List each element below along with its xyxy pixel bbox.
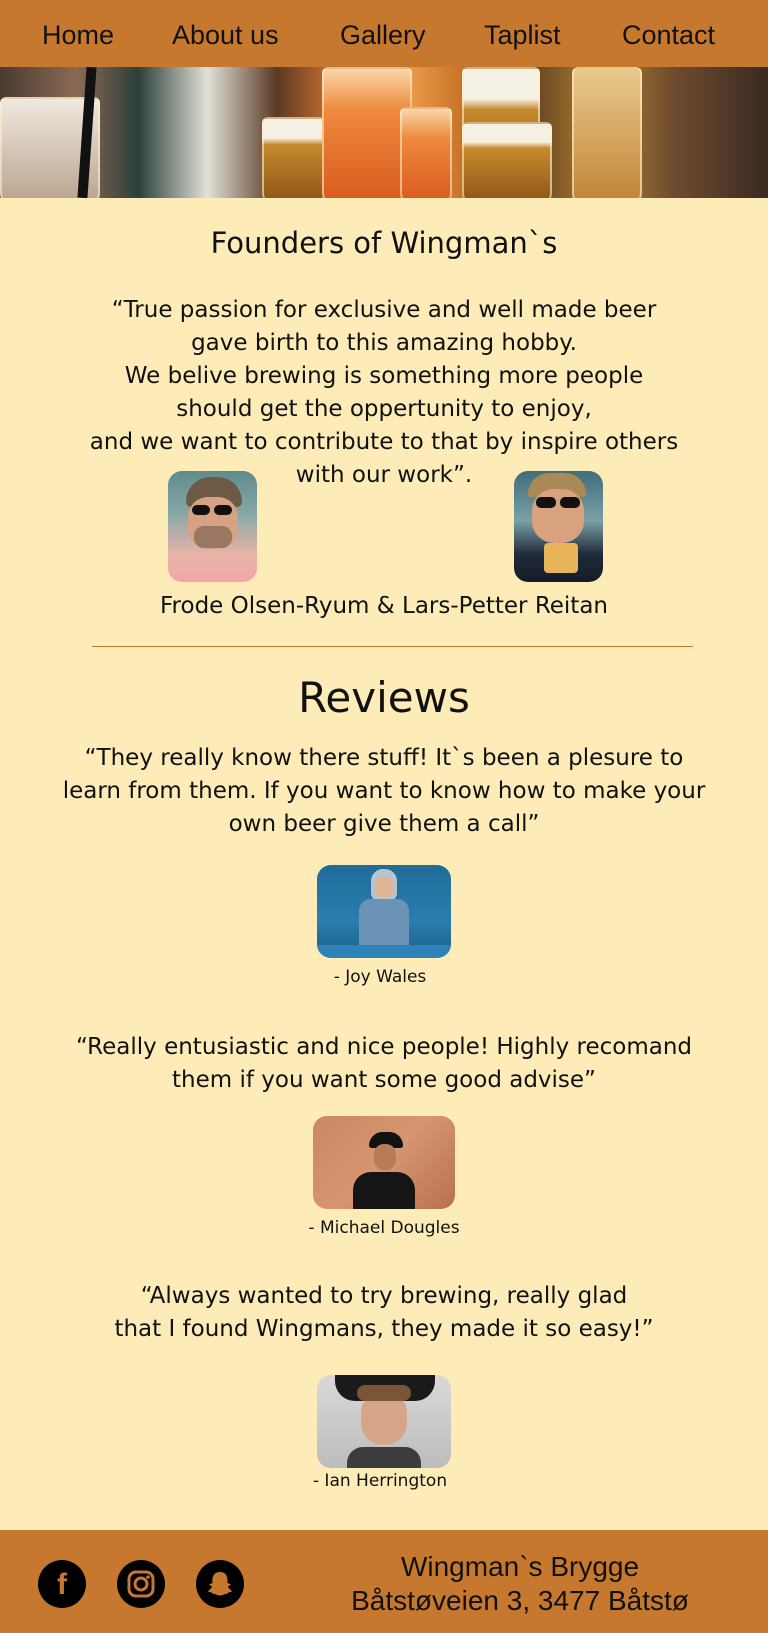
founders-quote-line: gave birth to this amazing hobby. xyxy=(191,330,577,356)
footer-address-block: Wingman`s Brygge Båtstøveien 3, 3477 Båt… xyxy=(340,1550,700,1618)
nav-about-link[interactable]: About us xyxy=(172,20,279,51)
founders-quote-line: with our work”. xyxy=(295,462,473,488)
founder-photo-frode xyxy=(168,471,257,582)
nav-gallery-link[interactable]: Gallery xyxy=(340,20,426,51)
founders-quote-line: and we want to contribute to that by ins… xyxy=(89,429,679,455)
founder-photo-lars-petter xyxy=(514,471,603,582)
reviewer-photo-ian xyxy=(317,1375,451,1468)
founders-names: Frode Olsen-Ryum & Lars-Petter Reitan xyxy=(160,593,608,619)
review-author: - Joy Wales xyxy=(333,967,427,987)
review-quote-line: “They really know there stuff! It`s been… xyxy=(84,745,684,771)
review-quote-line: own beer give them a call” xyxy=(228,811,540,837)
review-quote-line: “Always wanted to try brewing, really gl… xyxy=(140,1283,628,1309)
company-name: Wingman`s Brygge xyxy=(400,1551,640,1582)
street-address: Båtstøveien 3, 3477 Båtstø xyxy=(351,1585,689,1616)
founders-quote-line: should get the oppertunity to enjoy, xyxy=(176,396,592,422)
nav-taplist-link[interactable]: Taplist xyxy=(484,20,561,51)
review-author: - Ian Herrington xyxy=(312,1471,448,1491)
founders-title: Founders of Wingman`s xyxy=(210,226,558,260)
founders-quote-line: We belive brewing is something more peop… xyxy=(124,363,644,389)
founders-quote-line: “True passion for exclusive and well mad… xyxy=(111,297,657,323)
nav-contact-link[interactable]: Contact xyxy=(622,20,715,51)
review-quote-line: that I found Wingmans, they made it so e… xyxy=(114,1316,654,1342)
section-divider xyxy=(92,646,693,647)
instagram-icon[interactable] xyxy=(117,1560,165,1608)
nav-home-link[interactable]: Home xyxy=(42,20,114,51)
reviews-title: Reviews xyxy=(298,673,470,722)
hero-beer-cheers-image xyxy=(0,67,768,198)
snapchat-icon[interactable] xyxy=(196,1560,244,1608)
review-quote-line: “Really entusiastic and nice people! Hig… xyxy=(75,1034,693,1060)
svg-text:f: f xyxy=(57,1568,68,1601)
review-quote-line: them if you want some good advise” xyxy=(172,1067,596,1093)
review-quote-line: learn from them. If you want to know how… xyxy=(62,778,706,804)
main-navigation: Home About us Gallery Taplist Contact xyxy=(0,0,768,67)
reviewer-photo-joy xyxy=(317,865,451,958)
review-author: - Michael Dougles xyxy=(308,1218,460,1238)
reviewer-photo-michael xyxy=(313,1116,455,1209)
facebook-icon[interactable]: f xyxy=(38,1560,86,1608)
